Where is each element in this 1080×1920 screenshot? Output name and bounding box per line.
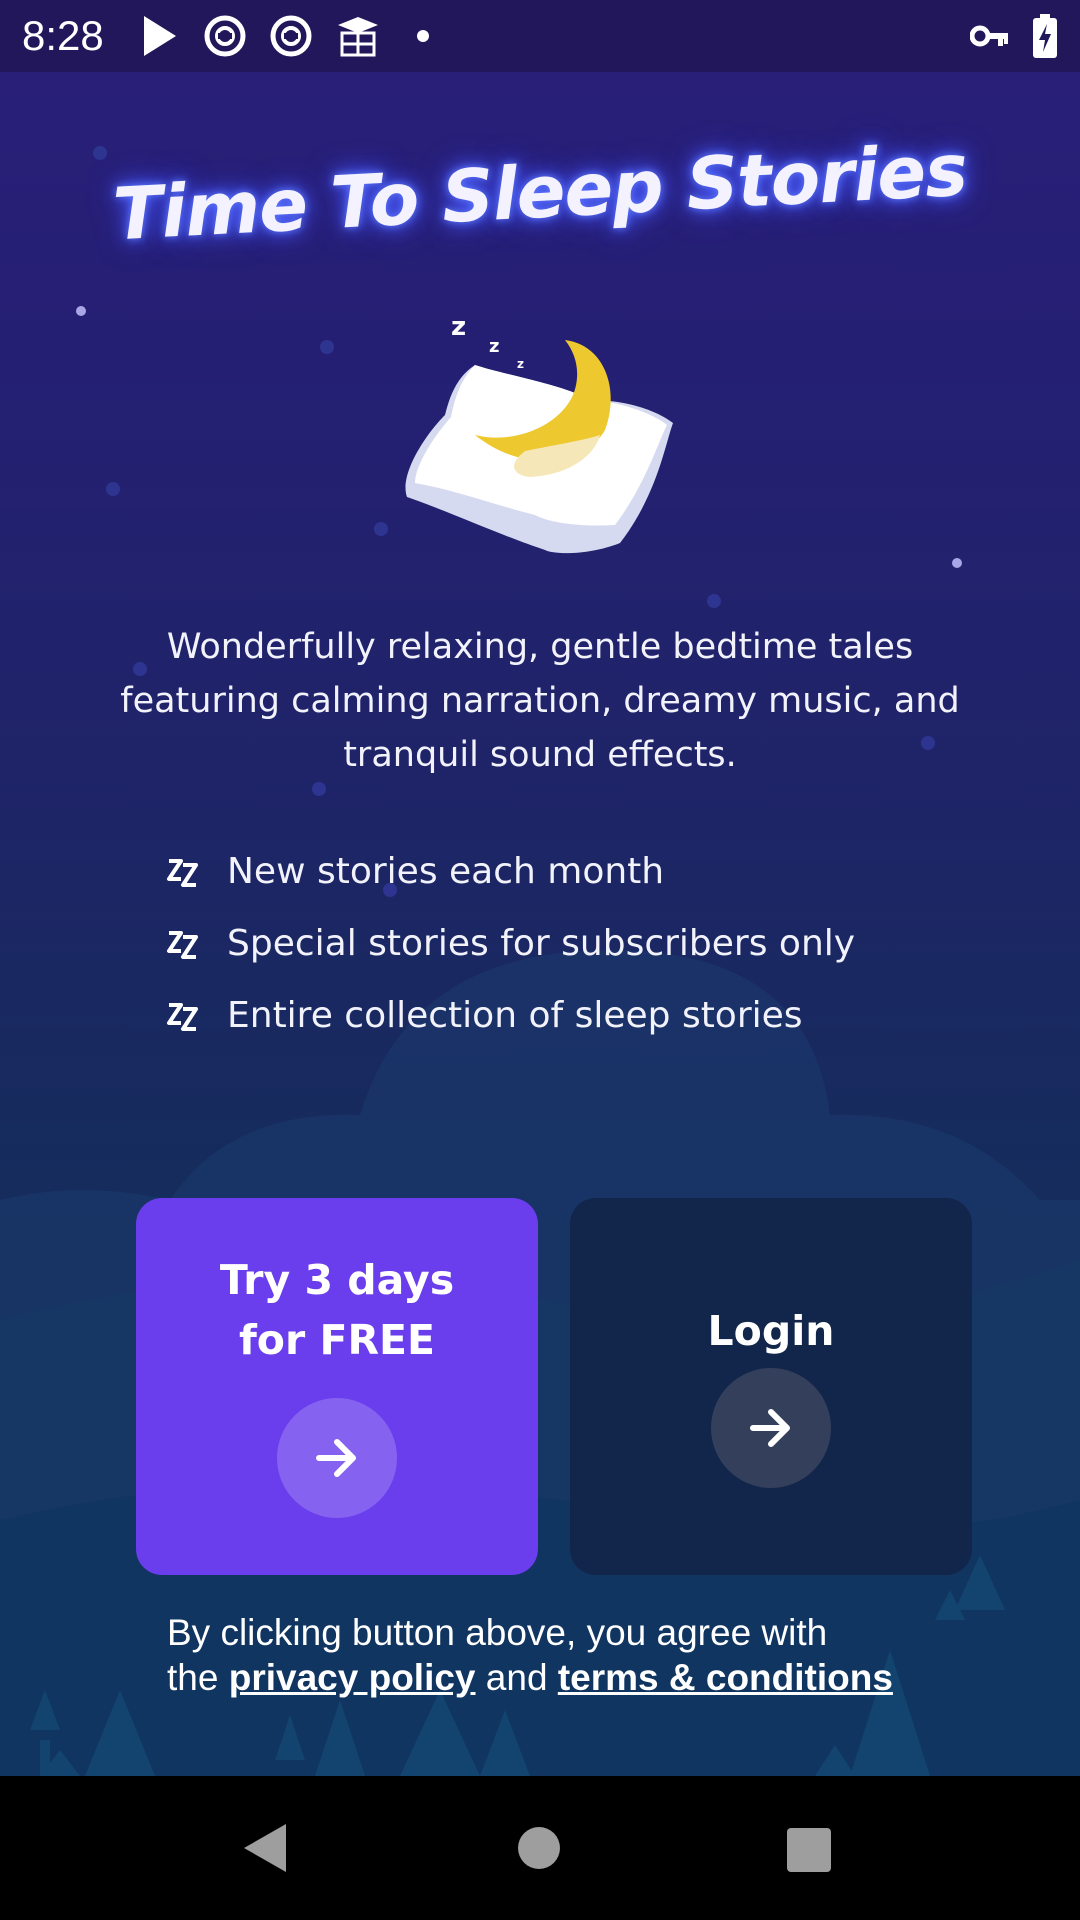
battery-charging-icon <box>1033 14 1057 58</box>
play-store-icon <box>144 16 176 56</box>
legal-line2: the privacy policy and terms & condition… <box>167 1655 967 1700</box>
terms-conditions-link[interactable]: terms & conditions <box>558 1657 893 1698</box>
app-description: Wonderfully relaxing, gentle bedtime tal… <box>120 627 960 775</box>
legal-and: and <box>485 1657 548 1698</box>
recents-icon[interactable] <box>786 1827 832 1873</box>
zz-icon <box>167 1003 198 1031</box>
legal-the: the <box>167 1657 219 1698</box>
login-label: Login <box>707 1307 835 1355</box>
navigation-bar <box>0 1776 1080 1920</box>
login-button[interactable]: Login <box>570 1198 972 1575</box>
feature-list: New stories each month Special stories f… <box>165 835 855 1051</box>
vpn-key-icon <box>970 25 1008 47</box>
feature-item: Special stories for subscribers only <box>165 907 855 979</box>
sleep-stories-onboarding-screen: 8:28 Time To Sleep Stories z z z Wonderf… <box>0 0 1080 1920</box>
free-trial-label-line1: Try 3 days <box>219 1256 455 1304</box>
svg-text:z: z <box>451 312 466 342</box>
feature-label: Special stories for subscribers only <box>227 922 856 964</box>
status-time: 8:28 <box>22 12 104 59</box>
free-trial-button[interactable]: Try 3 days for FREE <box>136 1198 538 1575</box>
status-bar: 8:28 <box>0 0 1080 72</box>
feature-label: Entire collection of sleep stories <box>227 994 803 1036</box>
feature-label: New stories each month <box>227 850 665 892</box>
feature-item: Entire collection of sleep stories <box>165 979 855 1051</box>
legal-notice: By clicking button above, you agree with… <box>167 1610 967 1700</box>
arrow-right-icon <box>316 1439 356 1477</box>
sleeping-moon-pillow-icon: z z z <box>405 312 673 554</box>
login-arrow-button[interactable] <box>711 1368 831 1488</box>
free-trial-label-line2: for FREE <box>238 1316 436 1364</box>
privacy-policy-link[interactable]: privacy policy <box>229 1657 476 1698</box>
svg-text:z: z <box>517 357 524 371</box>
zz-icon <box>167 931 198 959</box>
back-icon[interactable] <box>242 1822 288 1874</box>
sync-icon <box>204 15 246 57</box>
notification-dot-icon <box>417 30 429 42</box>
sync-icon <box>270 15 312 57</box>
arrow-right-icon <box>750 1409 790 1447</box>
legal-line1: By clicking button above, you agree with <box>167 1612 828 1653</box>
zz-icon <box>167 859 198 887</box>
home-icon[interactable] <box>517 1826 561 1870</box>
graduation-cap-icon <box>338 17 378 57</box>
feature-item: New stories each month <box>165 835 855 907</box>
free-trial-arrow-button[interactable] <box>277 1398 397 1518</box>
svg-text:z: z <box>489 336 499 357</box>
